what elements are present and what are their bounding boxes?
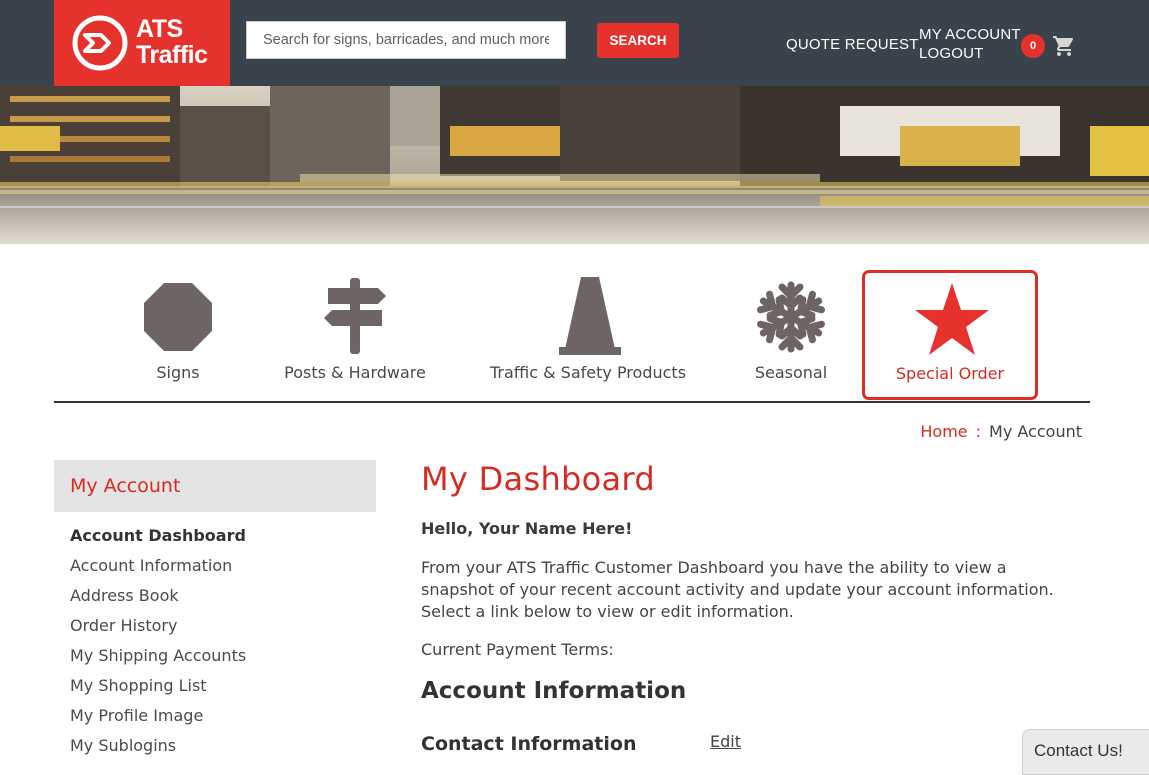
sidebar-item-shopping-list[interactable]: My Shopping List [70,674,246,704]
sidebar-item-shipping-accounts[interactable]: My Shipping Accounts [70,644,246,674]
category-divider [54,401,1090,403]
category-special-order[interactable]: Special Order [862,270,1038,400]
logo-line-1: ATS [136,15,183,43]
account-sidebar-nav: Account Dashboard Account Information Ad… [70,524,246,764]
sidebar-item-account-dashboard[interactable]: Account Dashboard [70,524,246,554]
quote-request-link[interactable]: QUOTE REQUEST [786,36,919,53]
logo-line-2: Traffic [136,41,208,69]
traffic-cone-icon [559,277,621,355]
category-label: Seasonal [754,363,828,382]
sidebar-item-sublogins[interactable]: My Sublogins [70,734,246,764]
snowflake-icon [754,281,828,354]
breadcrumb-current: My Account [989,422,1082,441]
city-banner-image [0,86,1149,244]
breadcrumb-home-link[interactable]: Home [920,422,967,441]
star-icon [915,283,989,355]
category-seasonal[interactable]: Seasonal [740,270,842,400]
shopping-cart-icon[interactable] [1052,34,1076,58]
sidebar-item-order-history[interactable]: Order History [70,614,246,644]
category-label: Traffic & Safety Products [489,363,687,382]
contact-information-heading: Contact Information [421,733,637,755]
account-information-heading: Account Information [421,678,687,704]
logo-arrow-icon [72,15,128,71]
site-header: ATS Traffic SEARCH QUOTE REQUEST MY ACCO… [0,0,1149,86]
greeting-text: Hello, Your Name Here! [421,519,633,538]
category-label: Special Order [895,364,1005,383]
payment-terms-label: Current Payment Terms: [421,640,614,659]
logo-wordmark: ATS Traffic [136,16,208,68]
breadcrumb: Home: My Account [920,422,1082,441]
category-label: Signs [156,363,200,382]
cart-count-badge[interactable]: 0 [1021,34,1045,58]
contact-us-button[interactable]: Contact Us! [1022,729,1149,775]
dashboard-intro-text: From your ATS Traffic Customer Dashboard… [421,558,1054,621]
breadcrumb-separator: : [975,422,982,441]
search-button[interactable]: SEARCH [597,23,679,58]
sidebar-item-address-book[interactable]: Address Book [70,584,246,614]
sidebar-item-profile-image[interactable]: My Profile Image [70,704,246,734]
octagon-sign-icon [144,283,212,351]
search-input[interactable] [246,21,566,59]
category-signs[interactable]: Signs [118,270,238,400]
category-posts-hardware[interactable]: Posts & Hardware [280,270,430,400]
category-traffic-safety[interactable]: Traffic & Safety Products [488,270,688,400]
category-label: Posts & Hardware [284,363,426,382]
sidebar-title: My Account [54,460,376,512]
signpost-icon [324,278,386,354]
edit-contact-link[interactable]: Edit [710,732,741,751]
site-logo[interactable]: ATS Traffic [54,0,230,86]
sidebar-item-account-information[interactable]: Account Information [70,554,246,584]
my-account-link[interactable]: MY ACCOUNT [919,26,1021,43]
page-title: My Dashboard [421,460,655,498]
logout-link[interactable]: LOGOUT [919,45,984,62]
